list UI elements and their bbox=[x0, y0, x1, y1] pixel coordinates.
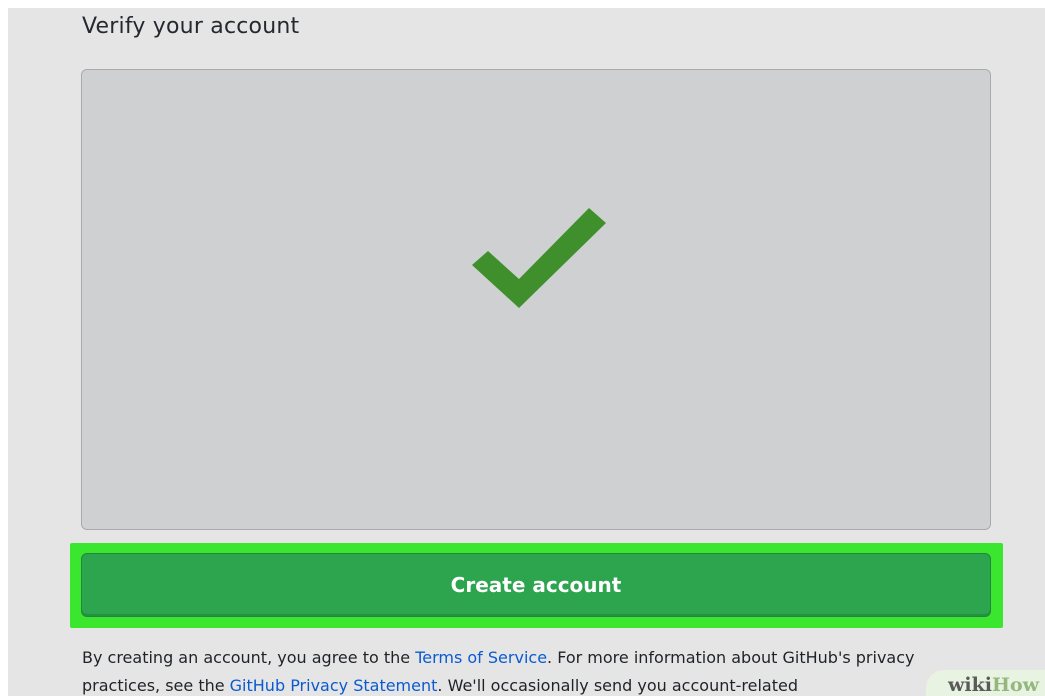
watermark-wiki: wiki bbox=[948, 674, 993, 696]
verification-panel bbox=[81, 69, 991, 530]
terms-of-service-link[interactable]: Terms of Service bbox=[415, 648, 547, 667]
create-account-button[interactable]: Create account bbox=[81, 553, 991, 617]
legal-text-1: By creating an account, you agree to the bbox=[82, 648, 416, 667]
privacy-statement-link[interactable]: GitHub Privacy Statement bbox=[230, 676, 438, 695]
wikihow-watermark: wikiHow bbox=[926, 670, 1045, 696]
checkmark-icon bbox=[472, 208, 606, 308]
legal-notice: By creating an account, you agree to the… bbox=[82, 644, 962, 696]
signup-page: Verify your account Create account By cr… bbox=[8, 8, 1045, 696]
checkmark-shape bbox=[472, 208, 606, 308]
page-title: Verify your account bbox=[82, 14, 300, 39]
watermark-how: How bbox=[992, 674, 1039, 696]
legal-text-3: . We'll occasionally send you account-re… bbox=[437, 676, 798, 695]
